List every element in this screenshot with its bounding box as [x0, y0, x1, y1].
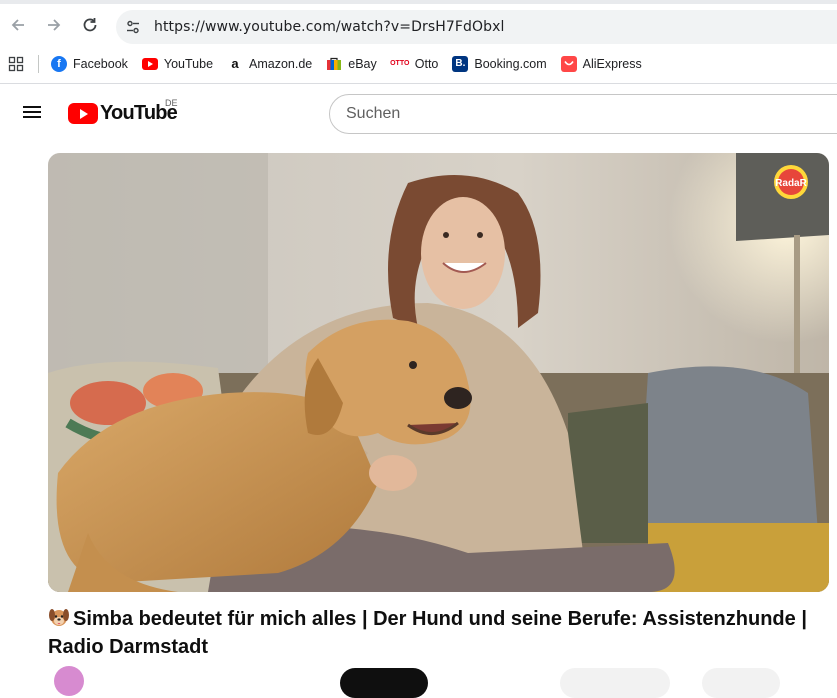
youtube-logo[interactable]: YouTube	[68, 102, 178, 125]
bookmark-booking[interactable]: B. Booking.com	[452, 50, 547, 78]
reload-icon	[83, 18, 97, 32]
video-frame: RadaR	[48, 153, 829, 592]
country-code: DE	[165, 98, 178, 108]
amazon-icon: a	[227, 55, 244, 72]
youtube-header: YouTube DE	[0, 84, 837, 140]
bookmark-aliexpress[interactable]: AliExpress	[560, 50, 642, 78]
otto-icon: OTTO	[390, 55, 409, 72]
like-button[interactable]	[560, 668, 670, 698]
video-title: Simba bedeutet für mich alles | Der Hund…	[48, 605, 828, 661]
bookmark-ebay[interactable]: eBay	[326, 50, 377, 78]
back-button[interactable]	[5, 12, 31, 38]
facebook-icon: f	[51, 55, 67, 72]
url-text[interactable]: https://www.youtube.com/watch?v=DrsH7FdO…	[154, 19, 504, 35]
bookmark-otto[interactable]: OTTO Otto	[390, 50, 438, 78]
arrow-left-icon	[11, 19, 24, 31]
search-box[interactable]	[329, 94, 837, 134]
bookmarks-bar: f Facebook YouTube a Amazon.de eBay OTTO…	[0, 44, 837, 84]
youtube-play-icon	[68, 103, 98, 124]
address-bar[interactable]: https://www.youtube.com/watch?v=DrsH7FdO…	[116, 10, 837, 44]
bookmarks-divider	[38, 54, 39, 73]
video-player[interactable]: RadaR	[48, 153, 829, 592]
reload-button[interactable]	[77, 12, 103, 38]
aliexpress-icon	[560, 55, 577, 72]
dog-face-icon	[49, 609, 69, 626]
youtube-icon	[141, 57, 158, 70]
hamburger-menu-icon[interactable]	[20, 101, 44, 125]
share-button[interactable]	[702, 668, 780, 698]
browser-toolbar: https://www.youtube.com/watch?v=DrsH7FdO…	[0, 0, 837, 44]
bookmark-youtube[interactable]: YouTube	[141, 50, 213, 78]
booking-icon: B.	[452, 55, 469, 72]
site-info-icon[interactable]	[122, 16, 144, 38]
search-input[interactable]	[346, 105, 837, 123]
channel-avatar[interactable]	[54, 666, 84, 696]
video-title-text: Simba bedeutet für mich alles | Der Hund…	[48, 608, 807, 658]
arrow-right-icon	[48, 19, 61, 31]
bookmark-amazon[interactable]: a Amazon.de	[227, 50, 312, 78]
forward-button[interactable]	[41, 12, 67, 38]
ebay-icon	[326, 55, 343, 72]
subscribe-button[interactable]	[340, 668, 428, 698]
channel-row	[48, 664, 837, 698]
channel-watermark: RadaR	[775, 178, 807, 189]
apps-grid-icon[interactable]	[6, 54, 26, 74]
bookmark-facebook[interactable]: f Facebook	[51, 50, 128, 78]
